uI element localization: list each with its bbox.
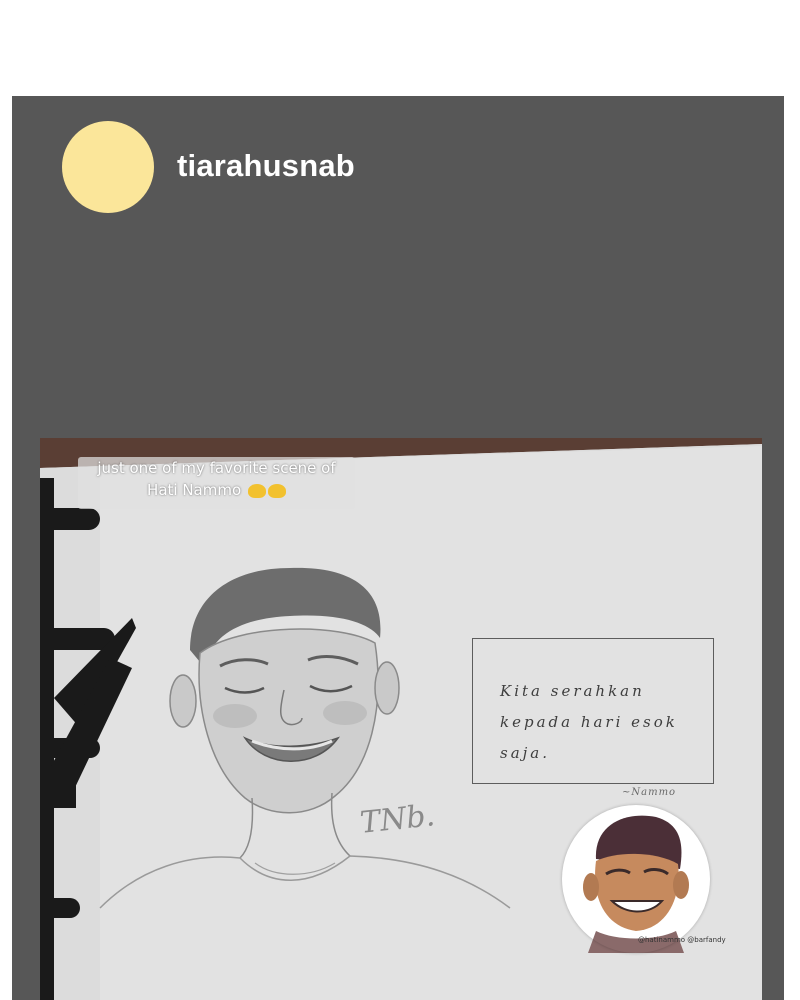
sticker-credit: @hatinammo @barfandy	[638, 936, 726, 944]
face-emoji-icon	[247, 483, 266, 498]
profile-username[interactable]: tiarahusnab	[177, 148, 355, 184]
quote-attribution: ~Nammo	[622, 787, 677, 798]
quote-line-2: kepada hari esok	[500, 713, 678, 731]
caption-line-2: Hati Nammo	[78, 479, 355, 501]
face-emoji-icon	[267, 483, 286, 498]
post-photo: just one of my favorite scene of Hati Na…	[40, 438, 762, 1000]
story-caption: just one of my favorite scene of Hati Na…	[78, 457, 355, 509]
story-post-card: tiarahusnab just one of my favorite scen…	[12, 96, 784, 1000]
quote-line-1: Kita serahkan	[500, 682, 645, 700]
profile-avatar[interactable]	[62, 121, 154, 213]
quote-line-3: saja.	[500, 744, 551, 762]
caption-line-2-text: Hati Nammo	[147, 481, 242, 499]
quote-text: Kita serahkan kepada hari esok saja.	[500, 676, 710, 769]
cartoon-sticker	[562, 805, 710, 953]
caption-line-1: just one of my favorite scene of	[97, 459, 336, 477]
